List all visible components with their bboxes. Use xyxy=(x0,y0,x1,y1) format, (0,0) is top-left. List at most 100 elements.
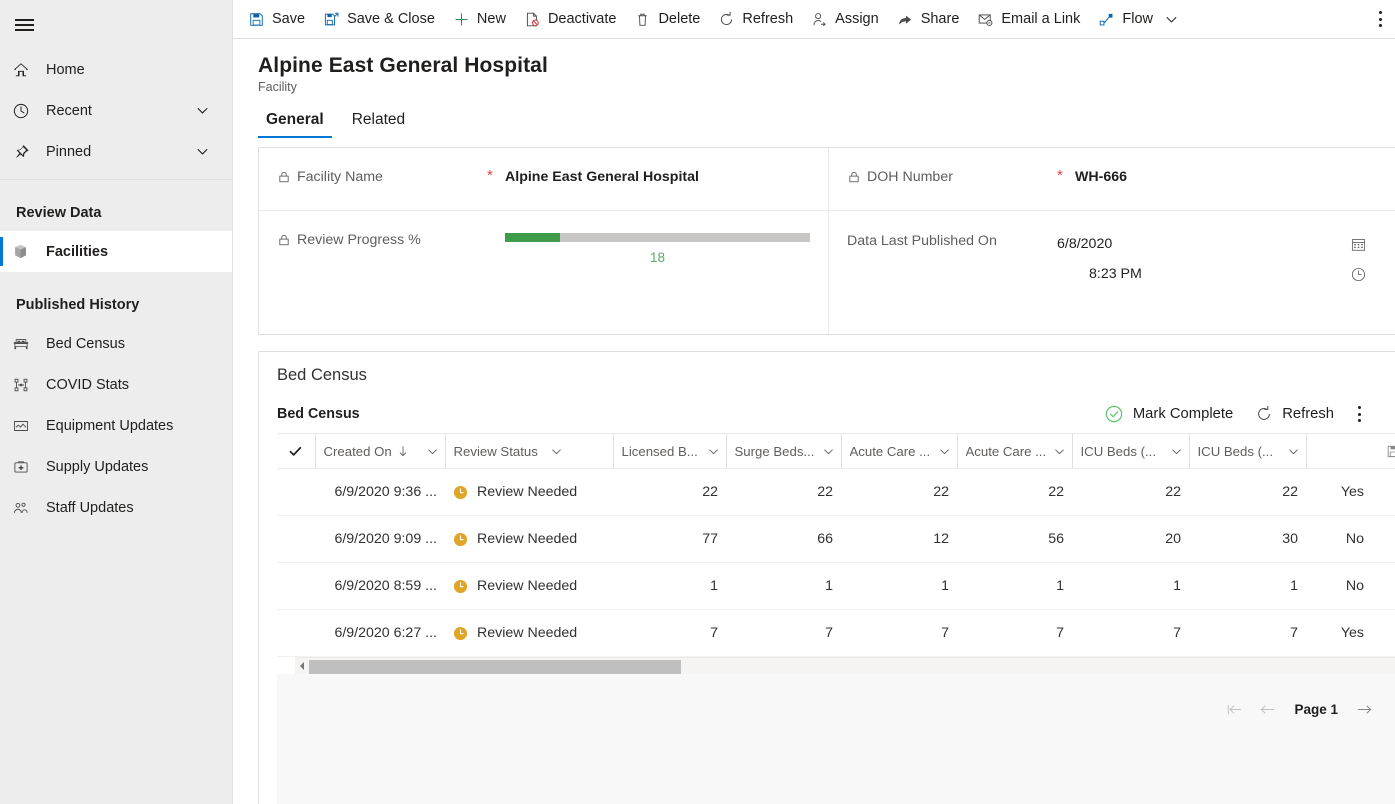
cell-acute-care-1: 7 xyxy=(841,610,957,657)
column-header-review-status[interactable]: Review Status xyxy=(445,434,613,469)
calendar-icon[interactable] xyxy=(1343,236,1373,253)
form-section: Facility Name * Alpine East General Hosp… xyxy=(258,147,1395,335)
chevron-down-icon[interactable] xyxy=(701,445,720,458)
scroll-left-icon[interactable] xyxy=(295,661,309,671)
flow-chevron-down-icon[interactable] xyxy=(1162,12,1185,27)
page-next-icon[interactable] xyxy=(1348,694,1381,724)
facility-name-value[interactable]: Alpine East General Hospital xyxy=(505,148,806,185)
column-header-licensed-beds[interactable]: Licensed B... xyxy=(613,434,726,469)
save-icon xyxy=(248,11,265,28)
chevron-down-icon[interactable] xyxy=(932,445,951,458)
sidebar-item-label: Home xyxy=(40,62,85,78)
clock-badge-icon xyxy=(453,626,468,641)
horizontal-scrollbar[interactable] xyxy=(295,657,1395,674)
progress-fill xyxy=(505,233,560,242)
field-label: Review Progress % xyxy=(277,211,487,249)
sidebar-item-equipment-updates[interactable]: Equipment Updates xyxy=(0,405,232,446)
required-marker-placeholder xyxy=(487,211,505,230)
email-a-link-button[interactable]: Email a Link xyxy=(968,0,1089,38)
new-button[interactable]: New xyxy=(444,0,515,38)
assign-button[interactable]: Assign xyxy=(802,0,888,38)
refresh-button[interactable]: Refresh xyxy=(709,0,802,38)
home-icon xyxy=(12,61,40,79)
status-text: Review Needed xyxy=(477,625,577,641)
chevron-down-icon[interactable] xyxy=(1047,445,1066,458)
sidebar-item-bed-census[interactable]: Bed Census xyxy=(0,323,232,364)
chevron-down-icon[interactable] xyxy=(1164,445,1183,458)
tab-general[interactable]: General xyxy=(258,111,332,138)
flow-button[interactable]: Flow xyxy=(1089,0,1162,38)
sidebar-item-home[interactable]: Home xyxy=(0,49,232,90)
page-first-icon[interactable] xyxy=(1218,694,1251,724)
published-time-value[interactable]: 8:23 PM xyxy=(1057,266,1343,282)
save-button[interactable]: Save xyxy=(239,0,314,38)
table-row[interactable]: 6/9/2020 9:36 ...Review Needed2222222222… xyxy=(277,469,1395,516)
page-prev-icon[interactable] xyxy=(1251,694,1284,724)
table-row[interactable]: 6/9/2020 8:59 ...Review Needed111111No xyxy=(277,563,1395,610)
chevron-down-icon[interactable] xyxy=(195,144,210,159)
row-select-cell[interactable] xyxy=(277,469,315,516)
sidebar-item-supply-updates[interactable]: Supply Updates xyxy=(0,446,232,487)
row-select-cell[interactable] xyxy=(277,610,315,657)
sidebar-item-covid-stats[interactable]: COVID Stats xyxy=(0,364,232,405)
command-label: Share xyxy=(921,11,960,27)
chevron-down-icon[interactable] xyxy=(195,103,210,118)
sidebar-item-facilities[interactable]: Facilities xyxy=(0,231,232,272)
field-facility-name: Facility Name * Alpine East General Hosp… xyxy=(259,148,828,211)
table-row[interactable]: 6/9/2020 6:27 ...Review Needed777777Yes xyxy=(277,610,1395,657)
checkmark-icon[interactable] xyxy=(277,434,315,468)
deactivate-button[interactable]: Deactivate xyxy=(515,0,626,38)
cell-icu-beds-2: 7 xyxy=(1189,610,1306,657)
select-all-header[interactable] xyxy=(277,434,315,469)
chevron-down-icon[interactable] xyxy=(816,445,835,458)
sidebar-item-staff-updates[interactable]: Staff Updates xyxy=(0,487,232,528)
column-label: Acute Care ... xyxy=(966,444,1047,459)
lock-icon xyxy=(277,233,291,247)
column-header-created-on[interactable]: Created On xyxy=(315,434,445,469)
row-select-cell[interactable] xyxy=(277,563,315,610)
overflow-ellipsis-icon[interactable] xyxy=(1345,396,1373,432)
column-header-flag[interactable] xyxy=(1306,434,1372,469)
share-button[interactable]: Share xyxy=(888,0,969,38)
staff-icon xyxy=(12,499,40,517)
clock-icon xyxy=(12,102,40,120)
scrollbar-thumb[interactable] xyxy=(309,660,681,674)
save-view-header[interactable] xyxy=(1372,434,1395,469)
command-label: Save xyxy=(272,11,305,27)
column-header-acute-care-1[interactable]: Acute Care ... xyxy=(841,434,957,469)
cell-review-status: Review Needed xyxy=(445,516,613,563)
table-row[interactable]: 6/9/2020 9:09 ...Review Needed7766125620… xyxy=(277,516,1395,563)
form-column-left: Facility Name * Alpine East General Hosp… xyxy=(259,148,829,334)
subgrid-command-row: Bed Census Mark Complete Refresh xyxy=(259,385,1395,433)
hamburger-icon[interactable] xyxy=(0,5,48,45)
delete-button[interactable]: Delete xyxy=(625,0,709,38)
sidebar-item-recent[interactable]: Recent xyxy=(0,90,232,131)
column-header-icu-beds-2[interactable]: ICU Beds (... xyxy=(1189,434,1306,469)
overflow-ellipsis-icon[interactable] xyxy=(1365,0,1395,38)
chevron-down-icon[interactable] xyxy=(544,445,563,458)
column-header-acute-care-2[interactable]: Acute Care ... xyxy=(957,434,1072,469)
row-select-cell[interactable] xyxy=(277,516,315,563)
cell-acute-care-2: 56 xyxy=(957,516,1072,563)
cell-review-status: Review Needed xyxy=(445,610,613,657)
subgrid-refresh-button[interactable]: Refresh xyxy=(1244,396,1345,432)
cell-icu-beds-1: 1 xyxy=(1072,563,1189,610)
column-label: Created On xyxy=(324,444,392,459)
chevron-down-icon[interactable] xyxy=(420,445,439,458)
mark-complete-button[interactable]: Mark Complete xyxy=(1093,396,1244,432)
save-and-close-button[interactable]: Save & Close xyxy=(314,0,444,38)
scrollbar-track[interactable] xyxy=(309,659,1395,674)
sidebar-item-pinned[interactable]: Pinned xyxy=(0,131,232,172)
command-label: Assign xyxy=(835,11,879,27)
record-header: Alpine East General Hospital Facility Ge… xyxy=(233,39,1395,138)
tab-related[interactable]: Related xyxy=(344,111,413,138)
cell-spacer xyxy=(1372,516,1395,563)
time-line: 8:23 PM xyxy=(1057,259,1373,289)
column-header-icu-beds-1[interactable]: ICU Beds (... xyxy=(1072,434,1189,469)
published-date-value[interactable]: 6/8/2020 xyxy=(1057,236,1343,252)
save-view-icon[interactable] xyxy=(1372,434,1395,468)
doh-number-value[interactable]: WH-666 xyxy=(1075,148,1373,185)
column-header-surge-beds[interactable]: Surge Beds... xyxy=(726,434,841,469)
clock-icon[interactable] xyxy=(1343,266,1373,283)
chevron-down-icon[interactable] xyxy=(1281,445,1300,458)
